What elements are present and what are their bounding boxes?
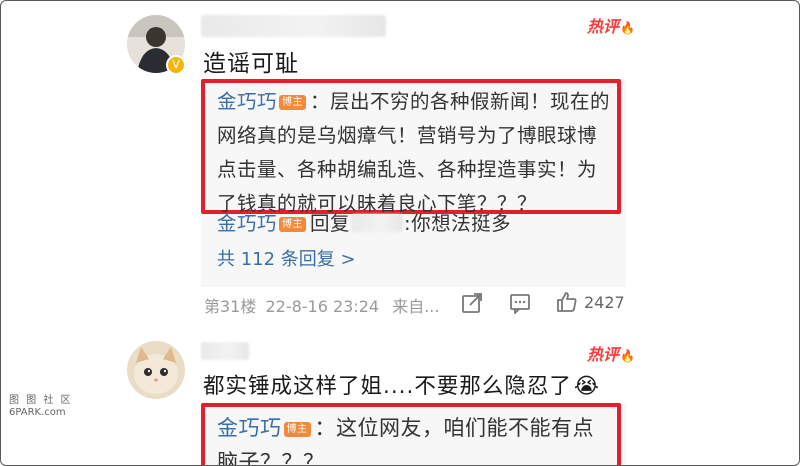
verified-icon: V bbox=[166, 55, 186, 75]
comment-button[interactable] bbox=[509, 292, 531, 316]
flame-icon: 🔥 bbox=[620, 21, 635, 35]
reply-text: :你想法挺多 bbox=[404, 212, 512, 235]
view-more-replies-link[interactable]: 共 112 条回复 > bbox=[217, 245, 356, 271]
blogger-badge: 博主 bbox=[283, 422, 311, 437]
source: 来自... bbox=[392, 297, 440, 316]
mention-blurred[interactable] bbox=[351, 214, 404, 232]
blogger-name[interactable]: 金巧巧 bbox=[217, 416, 282, 440]
like-button[interactable] bbox=[555, 290, 579, 314]
comment-text: 都实锤成这样了姐....不要那么隐忍了😭 bbox=[203, 374, 600, 399]
blogger-reply: 金巧巧 博主 ：这位网友，咱们能不能有点脑子？？？ bbox=[217, 411, 609, 465]
avatar[interactable] bbox=[127, 341, 185, 399]
username-blurred[interactable] bbox=[201, 15, 386, 37]
share-icon bbox=[462, 293, 482, 313]
blogger-badge: 博主 bbox=[279, 217, 307, 232]
reply-prefix: 回复 bbox=[310, 212, 351, 235]
comment-icon bbox=[510, 294, 530, 316]
watermark-line2: 6PARK.com bbox=[9, 407, 66, 418]
watermark: 图 图 社 区 6PARK.com bbox=[9, 395, 73, 419]
crying-emoji-icon: 😭 bbox=[573, 374, 600, 399]
watermark-line1: 图 图 社 区 bbox=[9, 395, 73, 406]
flame-icon: 🔥 bbox=[620, 349, 635, 363]
blogger-badge: 博主 bbox=[279, 95, 307, 110]
blogger-reply: 金巧巧 博主 ：层出不穷的各种假新闻！现在的网络真的是乌烟瘴气！营销号为了博眼球博点… bbox=[217, 85, 613, 221]
hot-comment-badge: 热评🔥 bbox=[587, 17, 635, 36]
thumbs-up-icon bbox=[557, 292, 577, 312]
timestamp: 22-8-16 23:24 bbox=[265, 297, 380, 316]
blogger-name[interactable]: 金巧巧 bbox=[217, 90, 277, 113]
like-count: 2427 bbox=[584, 293, 625, 312]
blogger-name[interactable]: 金巧巧 bbox=[217, 212, 277, 235]
share-button[interactable] bbox=[461, 292, 483, 314]
screenshot-frame: V 热评🔥 造谣可耻 金巧巧 博主 ：层出不穷的各种假新闻！现在的网络真的是乌烟瘴气… bbox=[0, 0, 800, 466]
username-blurred[interactable] bbox=[201, 342, 249, 360]
comment-meta: 第31楼 22-8-16 23:24 来自... bbox=[204, 293, 439, 317]
blogger-reply-2: 金巧巧 博主 回复 :你想法挺多 bbox=[217, 207, 511, 241]
comment-text: 造谣可耻 bbox=[203, 51, 299, 77]
floor-number: 第31楼 bbox=[204, 297, 257, 316]
hot-comment-badge: 热评🔥 bbox=[587, 345, 635, 364]
